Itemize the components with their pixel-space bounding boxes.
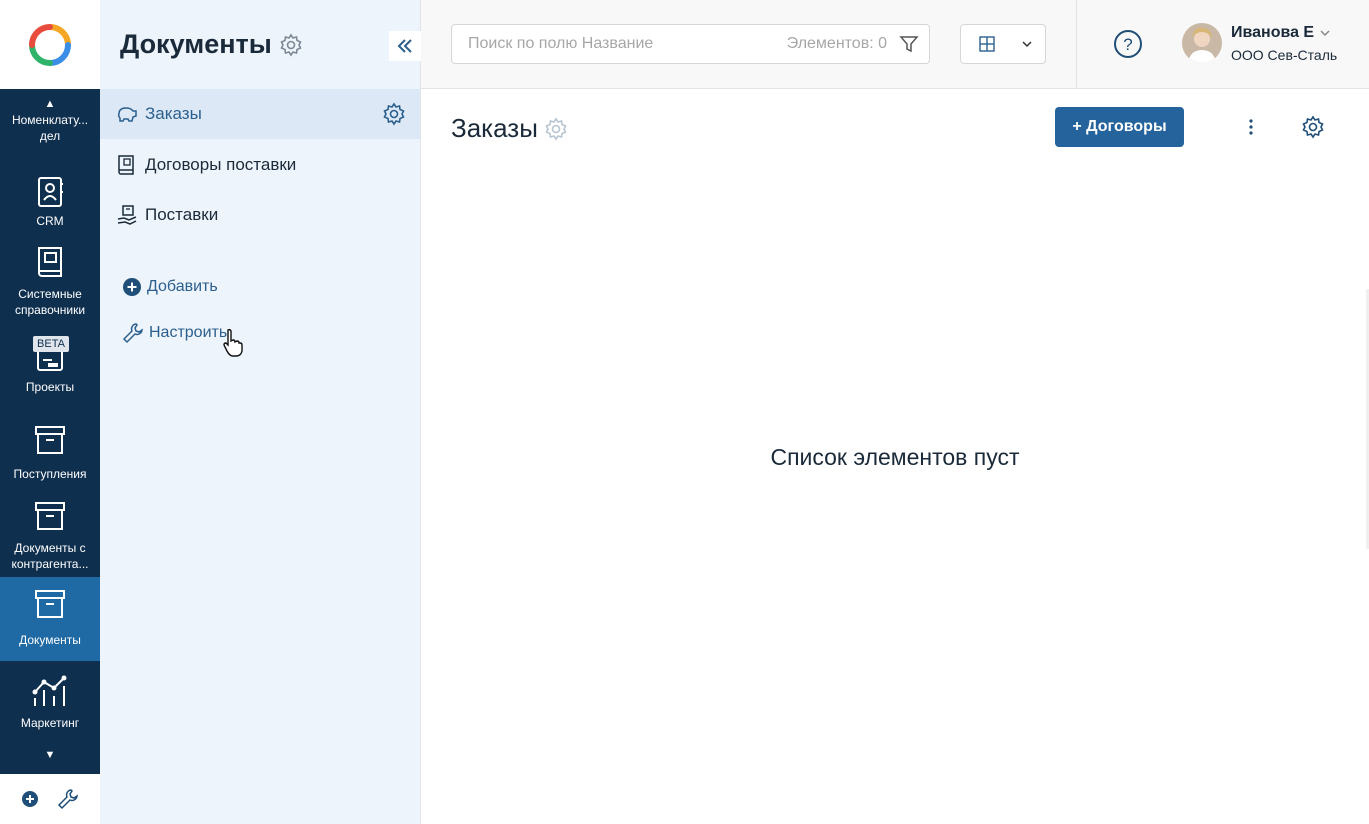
rail-item-label: Проекты	[25, 380, 75, 394]
add-contract-button[interactable]: + Договоры	[1055, 107, 1184, 147]
page-title: Заказы	[451, 113, 538, 143]
sidebar-item-label: Договоры поставки	[145, 155, 297, 174]
logo-icon	[29, 23, 71, 66]
rail-item-counterparty-docs[interactable]: Документы с контрагента...	[0, 496, 100, 576]
collapse-sidebar-button[interactable]	[389, 31, 421, 61]
app-logo[interactable]	[0, 0, 100, 89]
sidebar-item-label: Поставки	[145, 205, 219, 224]
archive-box-icon	[35, 590, 65, 618]
configure-section-button[interactable]: Настроить	[122, 322, 227, 344]
main-content: Заказы + Договоры Список элементов пуст	[421, 89, 1369, 824]
user-org: ООО Сев-Сталь	[1231, 46, 1338, 63]
sidebar-header: Документы	[100, 0, 420, 89]
add-circle-icon	[123, 278, 141, 296]
wrench-icon[interactable]	[57, 788, 79, 810]
gear-icon[interactable]	[279, 33, 303, 57]
gear-icon[interactable]	[544, 117, 568, 141]
sidebar-item-orders[interactable]: Заказы	[100, 89, 420, 139]
user-menu[interactable]: Иванова Е ООО Сев-Сталь	[1182, 23, 1337, 63]
configure-section-label: Настроить	[149, 324, 228, 341]
section-sidebar: Документы Заказы Договоры поставки Поста…	[100, 0, 421, 824]
top-bar: Элементов: 0 ?	[421, 0, 1369, 89]
add-section-button[interactable]: Добавить	[122, 277, 218, 297]
grid-view-icon	[979, 36, 995, 52]
divider	[1076, 0, 1077, 89]
rail-item-label: Документы	[19, 633, 81, 647]
svg-text:?: ?	[1123, 35, 1132, 54]
app-rail: ▲ Номенклату... дел CRM Системные справо…	[0, 0, 100, 824]
book-icon	[38, 247, 62, 277]
document-icon	[118, 155, 134, 175]
beta-badge: BETA	[33, 336, 69, 352]
rail-item-label: Номенклату... дел	[11, 113, 89, 143]
rail-item-nomenclature[interactable]: Номенклату... дел	[0, 112, 100, 172]
search-box: Элементов: 0	[451, 24, 930, 64]
sidebar-item-supply-contracts[interactable]: Договоры поставки	[100, 140, 420, 190]
rail-item-label: Системные справочники	[14, 287, 86, 317]
add-circle-icon[interactable]	[21, 790, 39, 808]
contact-book-icon	[38, 177, 63, 207]
rail-scroll-down-icon[interactable]: ▼	[0, 749, 100, 761]
rail-item-label: CRM	[36, 214, 64, 228]
piggy-bank-icon	[117, 107, 137, 122]
search-input[interactable]	[468, 35, 787, 53]
rail-item-marketing[interactable]: Маркетинг	[0, 668, 100, 738]
sidebar-item-label: Заказы	[145, 104, 202, 123]
rail-item-crm[interactable]: CRM	[0, 172, 100, 234]
double-chevron-left-icon	[397, 39, 412, 53]
hand-cursor-icon	[223, 328, 243, 357]
delivery-icon	[117, 205, 137, 225]
chevron-down-icon	[1022, 41, 1032, 48]
archive-box-icon	[35, 502, 65, 530]
rail-bottom-toolbar	[0, 774, 100, 824]
archive-box-icon	[35, 426, 65, 454]
chevron-down-icon	[1320, 29, 1330, 36]
help-icon[interactable]: ?	[1113, 29, 1143, 59]
rail-item-label: Поступления	[13, 467, 87, 481]
chart-icon	[32, 675, 67, 706]
gear-icon[interactable]	[382, 102, 406, 126]
view-mode-select[interactable]	[960, 24, 1046, 64]
app-window: ▲ Номенклату... дел CRM Системные справо…	[0, 0, 1369, 824]
avatar	[1182, 23, 1222, 63]
rail-item-label: Документы с контрагента...	[11, 541, 89, 571]
rail-item-incoming[interactable]: Поступления	[0, 420, 100, 492]
more-options-icon[interactable]	[1243, 115, 1259, 139]
user-name: Иванова Е	[1231, 23, 1315, 41]
rail-item-reference-books[interactable]: Системные справочники	[0, 244, 100, 324]
filter-icon[interactable]	[899, 34, 919, 54]
items-count: Элементов: 0	[786, 35, 887, 52]
rail-item-documents[interactable]: Документы	[0, 577, 100, 661]
user-photo-icon	[1182, 23, 1222, 63]
sidebar-item-deliveries[interactable]: Поставки	[100, 190, 420, 240]
page-title-row: Заказы	[451, 113, 568, 144]
wrench-icon	[122, 323, 143, 344]
empty-list-message: Список элементов пуст	[770, 444, 1020, 470]
rail-item-label: Маркетинг	[20, 716, 80, 730]
add-section-label: Добавить	[147, 278, 218, 295]
gear-icon[interactable]	[1301, 115, 1325, 139]
rail-scroll-up-icon[interactable]: ▲	[0, 98, 100, 110]
sidebar-title: Документы	[120, 29, 272, 59]
